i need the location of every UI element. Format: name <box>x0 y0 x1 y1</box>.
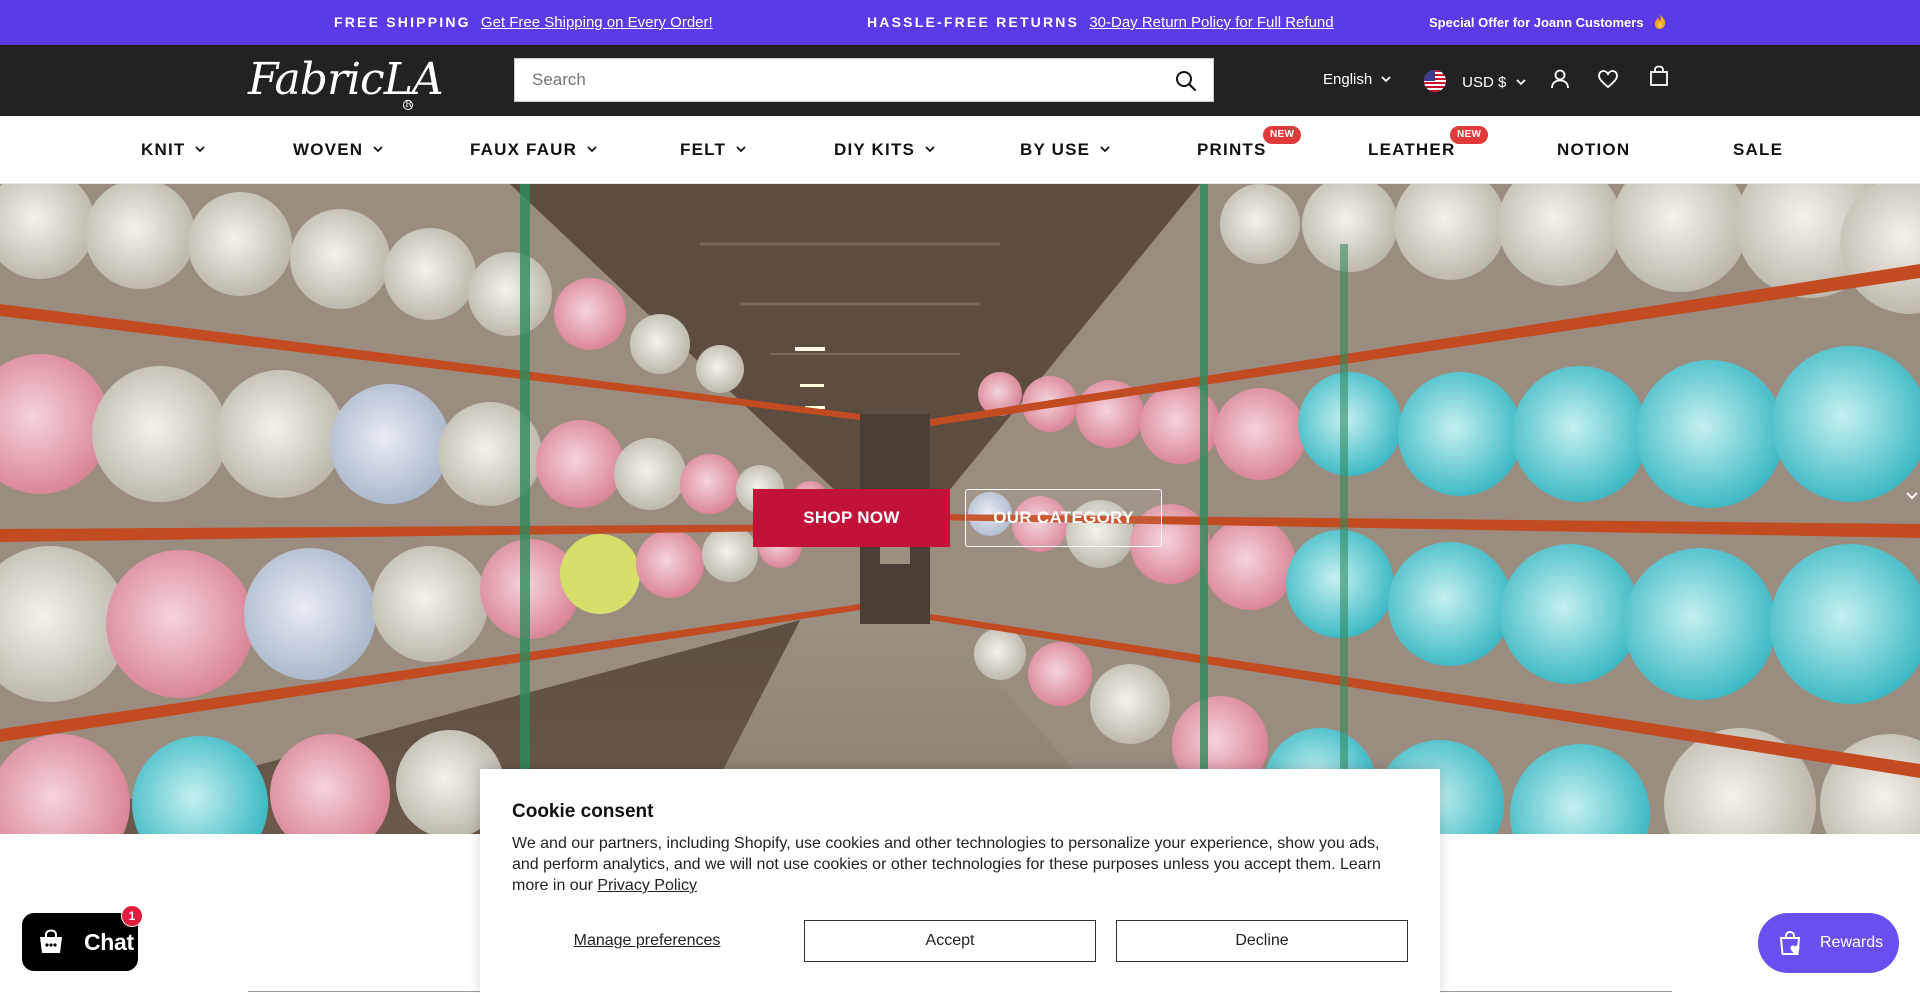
nav-item-by-use[interactable]: BY USE <box>1020 116 1110 184</box>
nav-item-sale[interactable]: SALE <box>1733 116 1783 184</box>
site-header: FabricLA R English USD $ <box>0 45 1920 116</box>
nav-item-label: PRINTS <box>1197 140 1267 159</box>
chevron-down-icon <box>195 146 206 153</box>
special-offer-announcement[interactable]: Special Offer for Joann Customers <box>1429 0 1666 45</box>
nav-item-label: DIY KITS <box>834 140 916 159</box>
divider <box>1440 991 1672 992</box>
nav-item-label: FAUX FAUR <box>470 140 578 159</box>
currency-selector[interactable]: USD $ <box>1424 70 1526 92</box>
chat-button[interactable]: Chat <box>22 913 138 971</box>
us-flag-icon <box>1424 70 1446 92</box>
nav-item-label: LEATHER <box>1368 140 1456 159</box>
nav-item-label: FELT <box>680 140 727 159</box>
language-label: English <box>1323 71 1373 88</box>
hero-banner: SHOP NOW OUR CATEGORY <box>0 184 1920 834</box>
chevron-down-icon <box>736 146 746 153</box>
accept-button[interactable]: Accept <box>804 920 1096 962</box>
returns-link[interactable]: 30-Day Return Policy for Full Refund <box>1089 14 1333 31</box>
nav-item-notion[interactable]: NOTION <box>1557 116 1630 184</box>
currency-label: USD $ <box>1462 74 1507 91</box>
chevron-down-icon <box>1100 146 1110 153</box>
nav-item-knit[interactable]: KNIT <box>141 116 206 184</box>
new-badge: NEW <box>1450 126 1489 144</box>
new-badge: NEW <box>1263 126 1302 144</box>
registered-mark-icon: R <box>403 100 413 110</box>
chevron-down-icon <box>925 146 935 153</box>
cookie-actions: Manage preferences Accept Decline <box>512 920 1408 962</box>
language-selector[interactable]: English <box>1323 70 1392 90</box>
search-input[interactable] <box>515 59 1155 101</box>
nav-item-label: WOVEN <box>293 140 364 159</box>
privacy-policy-link[interactable]: Privacy Policy <box>597 877 697 894</box>
chat-label: Chat <box>84 929 134 955</box>
main-navigation: KNIT WOVEN FAUX FAUR FELT DIY KITS BY US… <box>0 116 1920 184</box>
flame-icon <box>1654 13 1665 29</box>
shop-now-button[interactable]: SHOP NOW <box>753 489 950 547</box>
nav-item-felt[interactable]: FELT <box>680 116 746 184</box>
rewards-bag-icon <box>1779 930 1801 955</box>
cookie-title: Cookie consent <box>512 801 654 822</box>
rewards-label: Rewards <box>1820 934 1884 951</box>
cart-bag-icon[interactable] <box>1648 65 1670 87</box>
our-category-button[interactable]: OUR CATEGORY <box>965 489 1162 547</box>
account-icon[interactable] <box>1549 68 1571 90</box>
free-shipping-link[interactable]: Get Free Shipping on Every Order! <box>481 14 713 31</box>
free-shipping-announcement: FREE SHIPPING Get Free Shipping on Every… <box>334 0 713 45</box>
returns-announcement: HASSLE-FREE RETURNS 30-Day Return Policy… <box>867 0 1334 45</box>
nav-item-faux-faur[interactable]: FAUX FAUR <box>470 116 597 184</box>
site-logo[interactable]: FabricLA R <box>248 48 444 112</box>
rewards-button[interactable]: Rewards <box>1758 913 1899 973</box>
chevron-down-icon[interactable] <box>1904 488 1920 504</box>
chevron-down-icon <box>1515 79 1526 86</box>
warehouse-hero-image <box>0 184 1920 834</box>
nav-item-prints[interactable]: PRINTS <box>1197 116 1267 184</box>
chat-unread-badge: 1 <box>121 905 143 927</box>
search-bar <box>514 58 1214 102</box>
cookie-consent-dialog: Cookie consent We and our partners, incl… <box>480 769 1440 993</box>
search-icon[interactable] <box>1175 70 1197 92</box>
manage-preferences-button[interactable]: Manage preferences <box>512 920 782 962</box>
logo-text: FabricLA <box>248 54 444 105</box>
nav-item-diy-kits[interactable]: DIY KITS <box>834 116 935 184</box>
chevron-down-icon <box>1381 76 1392 83</box>
decline-button[interactable]: Decline <box>1116 920 1408 962</box>
cookie-body: We and our partners, including Shopify, … <box>512 833 1392 896</box>
wishlist-heart-icon[interactable] <box>1597 68 1619 90</box>
nav-item-label: BY USE <box>1020 140 1091 159</box>
chevron-down-icon <box>587 146 597 153</box>
returns-label: HASSLE-FREE RETURNS <box>867 14 1080 30</box>
nav-item-label: KNIT <box>141 140 186 159</box>
divider <box>248 991 480 992</box>
announcement-bar: FREE SHIPPING Get Free Shipping on Every… <box>0 0 1920 45</box>
nav-item-leather[interactable]: LEATHER <box>1368 116 1455 184</box>
free-shipping-label: FREE SHIPPING <box>334 14 471 30</box>
special-offer-text[interactable]: Special Offer for Joann Customers <box>1429 15 1644 30</box>
chevron-down-icon <box>373 146 383 153</box>
nav-item-woven[interactable]: WOVEN <box>293 116 383 184</box>
nav-item-label: NOTION <box>1557 140 1631 159</box>
nav-item-label: SALE <box>1733 140 1784 159</box>
chat-bag-icon <box>40 929 62 953</box>
